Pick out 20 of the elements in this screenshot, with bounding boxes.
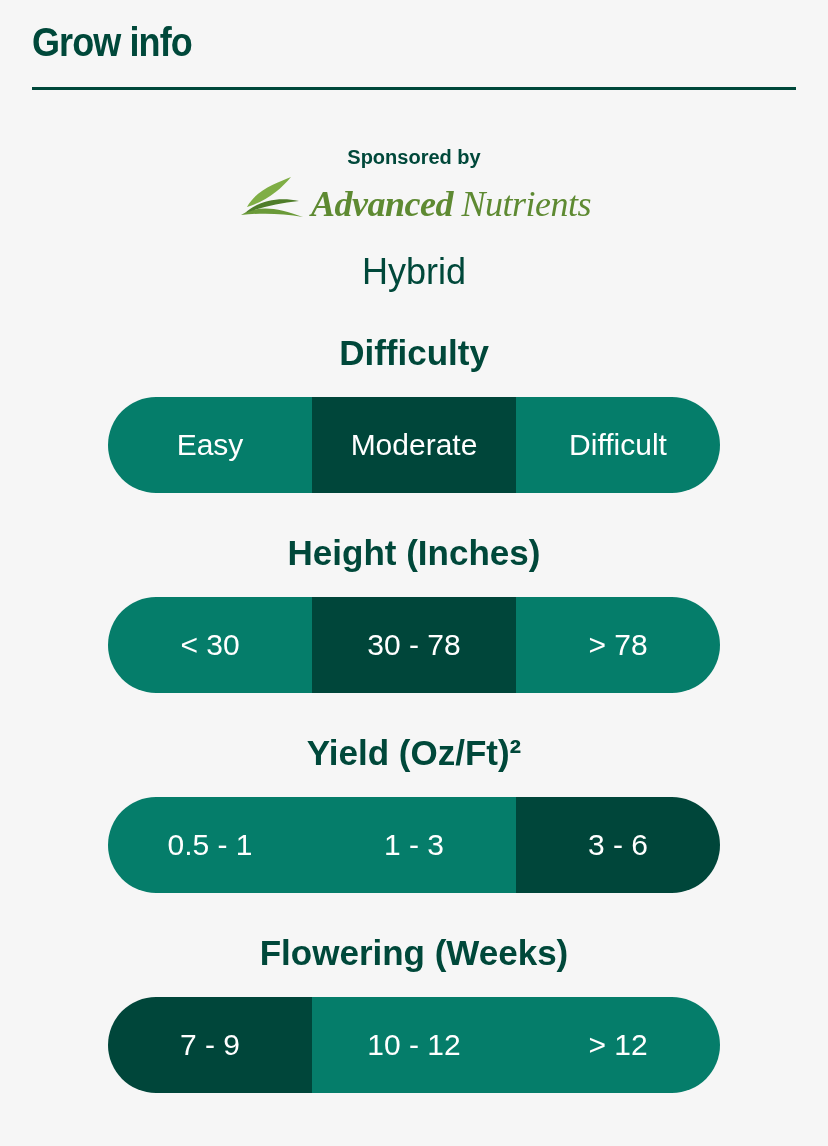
- option-segment: Difficult: [516, 397, 720, 493]
- strain-type: Hybrid: [362, 251, 466, 293]
- group-heading: Difficulty: [339, 333, 489, 373]
- option-segment: > 78: [516, 597, 720, 693]
- option-segment: < 30: [108, 597, 312, 693]
- option-segment: 30 - 78: [312, 597, 516, 693]
- option-segment: 3 - 6: [516, 797, 720, 893]
- option-segment: 7 - 9: [108, 997, 312, 1093]
- option-segment: > 12: [516, 997, 720, 1093]
- option-segment: 0.5 - 1: [108, 797, 312, 893]
- section-title: Grow info: [32, 20, 193, 66]
- option-segment: 1 - 3: [312, 797, 516, 893]
- sponsor-logo-text: Advanced Nutrients: [311, 183, 591, 225]
- option-segment: Moderate: [312, 397, 516, 493]
- option-segment: 10 - 12: [312, 997, 516, 1093]
- group-heading: Flowering (Weeks): [259, 933, 569, 973]
- group-heading: Yield (Oz/Ft)²: [306, 733, 522, 773]
- option-segment: Easy: [108, 397, 312, 493]
- sponsor-label: Sponsored by: [347, 146, 481, 169]
- group-heading: Height (Inches): [287, 533, 541, 573]
